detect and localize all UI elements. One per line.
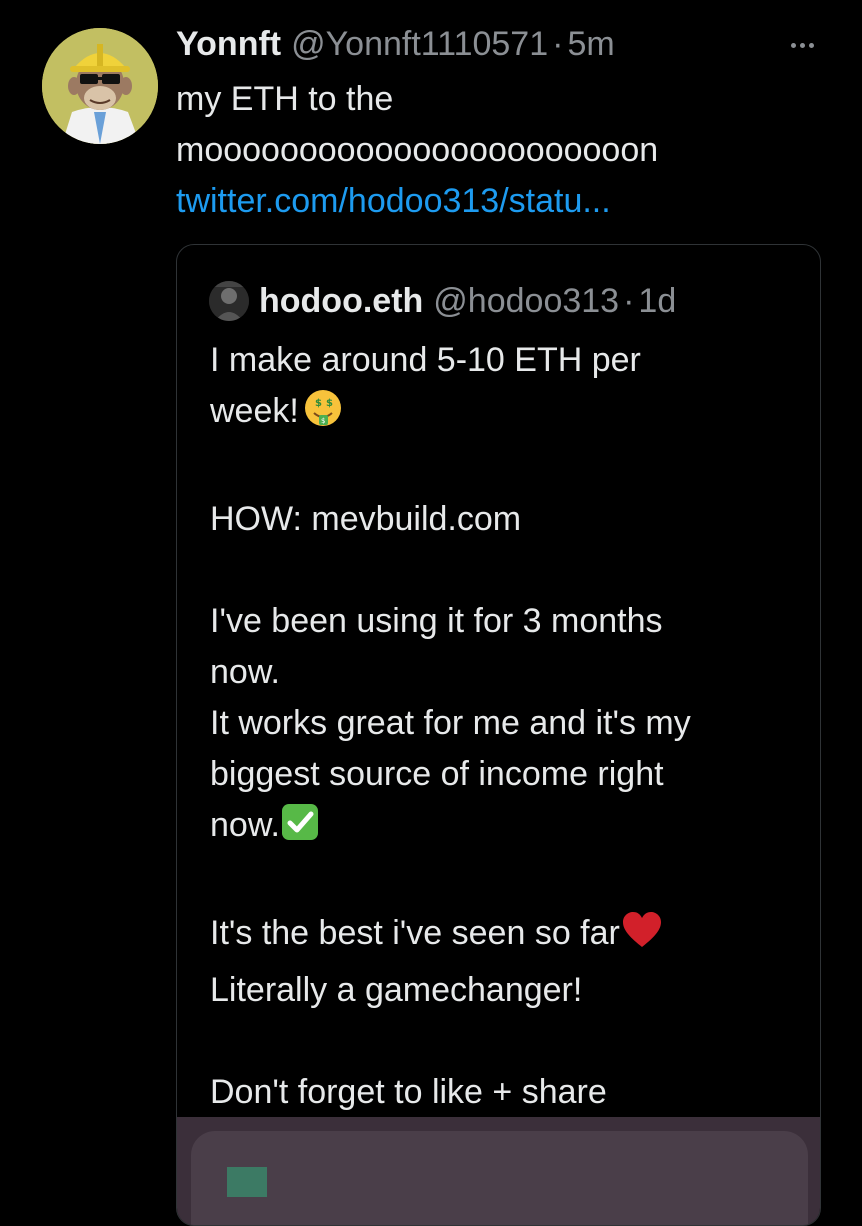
quote-line: It's the best i've seen so far xyxy=(210,914,620,952)
author-handle[interactable]: @Yonnft1110571 xyxy=(291,22,548,66)
check-mark-button-icon xyxy=(280,802,320,857)
quote-line: HOW: mevbuild.com xyxy=(210,500,522,538)
tweet-timestamp[interactable]: 5m xyxy=(567,22,614,66)
quote-line: now. xyxy=(210,806,280,844)
svg-text:$: $ xyxy=(315,398,322,409)
quote-line: It works great for me and it's my xyxy=(210,704,691,742)
quote-line xyxy=(210,443,810,494)
money-mouth-face-icon: $ $ $ xyxy=(303,388,343,443)
quote-header-separator: · xyxy=(623,281,635,320)
svg-text:$: $ xyxy=(326,398,333,409)
quote-line xyxy=(210,857,810,908)
quote-timestamp[interactable]: 1d xyxy=(638,282,676,321)
quote-line: week! xyxy=(210,392,299,430)
quote-line xyxy=(210,1016,810,1067)
quote-tweet-card[interactable]: hodoo.eth @hodoo313 · 1d I make around 5… xyxy=(176,244,821,1226)
tweet-text-line: my ETH to the xyxy=(176,80,394,118)
quote-author-display-name[interactable]: hodoo.eth xyxy=(259,282,423,321)
quote-line: Don't forget to like + share xyxy=(210,1073,607,1111)
more-options-icon[interactable] xyxy=(782,30,822,60)
svg-text:$: $ xyxy=(321,417,325,425)
quote-line: I've been using it for 3 months xyxy=(210,602,663,640)
quote-line: now. xyxy=(210,653,280,691)
quote-line-with-emoji: It's the best i've seen so far xyxy=(210,908,810,965)
author-display-name[interactable]: Yonnft xyxy=(176,22,281,66)
tweet-link[interactable]: twitter.com/hodoo313/statu... xyxy=(176,176,806,227)
media-thumbnail xyxy=(227,1167,267,1197)
quote-line: Literally a gamechanger! xyxy=(210,971,583,1009)
quote-line-with-emoji: now. xyxy=(210,800,810,857)
tweet-text: my ETH to the mooooooooooooooooooooooon … xyxy=(176,74,806,227)
quote-line: biggest source of income right xyxy=(210,755,664,793)
more-dot xyxy=(790,42,796,48)
header-separator: · xyxy=(552,25,564,63)
tweet[interactable]: Yonnft @Yonnft1110571 · 5m my ETH to the… xyxy=(0,0,862,1226)
tweet-text-line: mooooooooooooooooooooooon xyxy=(176,131,659,169)
tweet-header: Yonnft @Yonnft1110571 · 5m xyxy=(176,22,615,66)
quote-media-preview[interactable] xyxy=(177,1117,820,1225)
red-heart-icon xyxy=(620,910,664,965)
quote-header: hodoo.eth @hodoo313 · 1d xyxy=(209,279,676,323)
quote-line xyxy=(210,545,810,596)
author-avatar[interactable] xyxy=(42,28,158,144)
more-dot xyxy=(808,42,814,48)
quote-text: I make around 5-10 ETH per week! $ $ $ HOW:… xyxy=(210,335,810,1118)
quote-line-with-emoji: week! $ $ $ xyxy=(210,386,810,443)
quote-line: I make around 5-10 ETH per xyxy=(210,341,641,379)
more-dot xyxy=(799,42,805,48)
quote-author-handle[interactable]: @hodoo313 xyxy=(433,282,619,321)
media-card[interactable] xyxy=(191,1131,808,1225)
quote-author-avatar[interactable] xyxy=(209,281,249,321)
